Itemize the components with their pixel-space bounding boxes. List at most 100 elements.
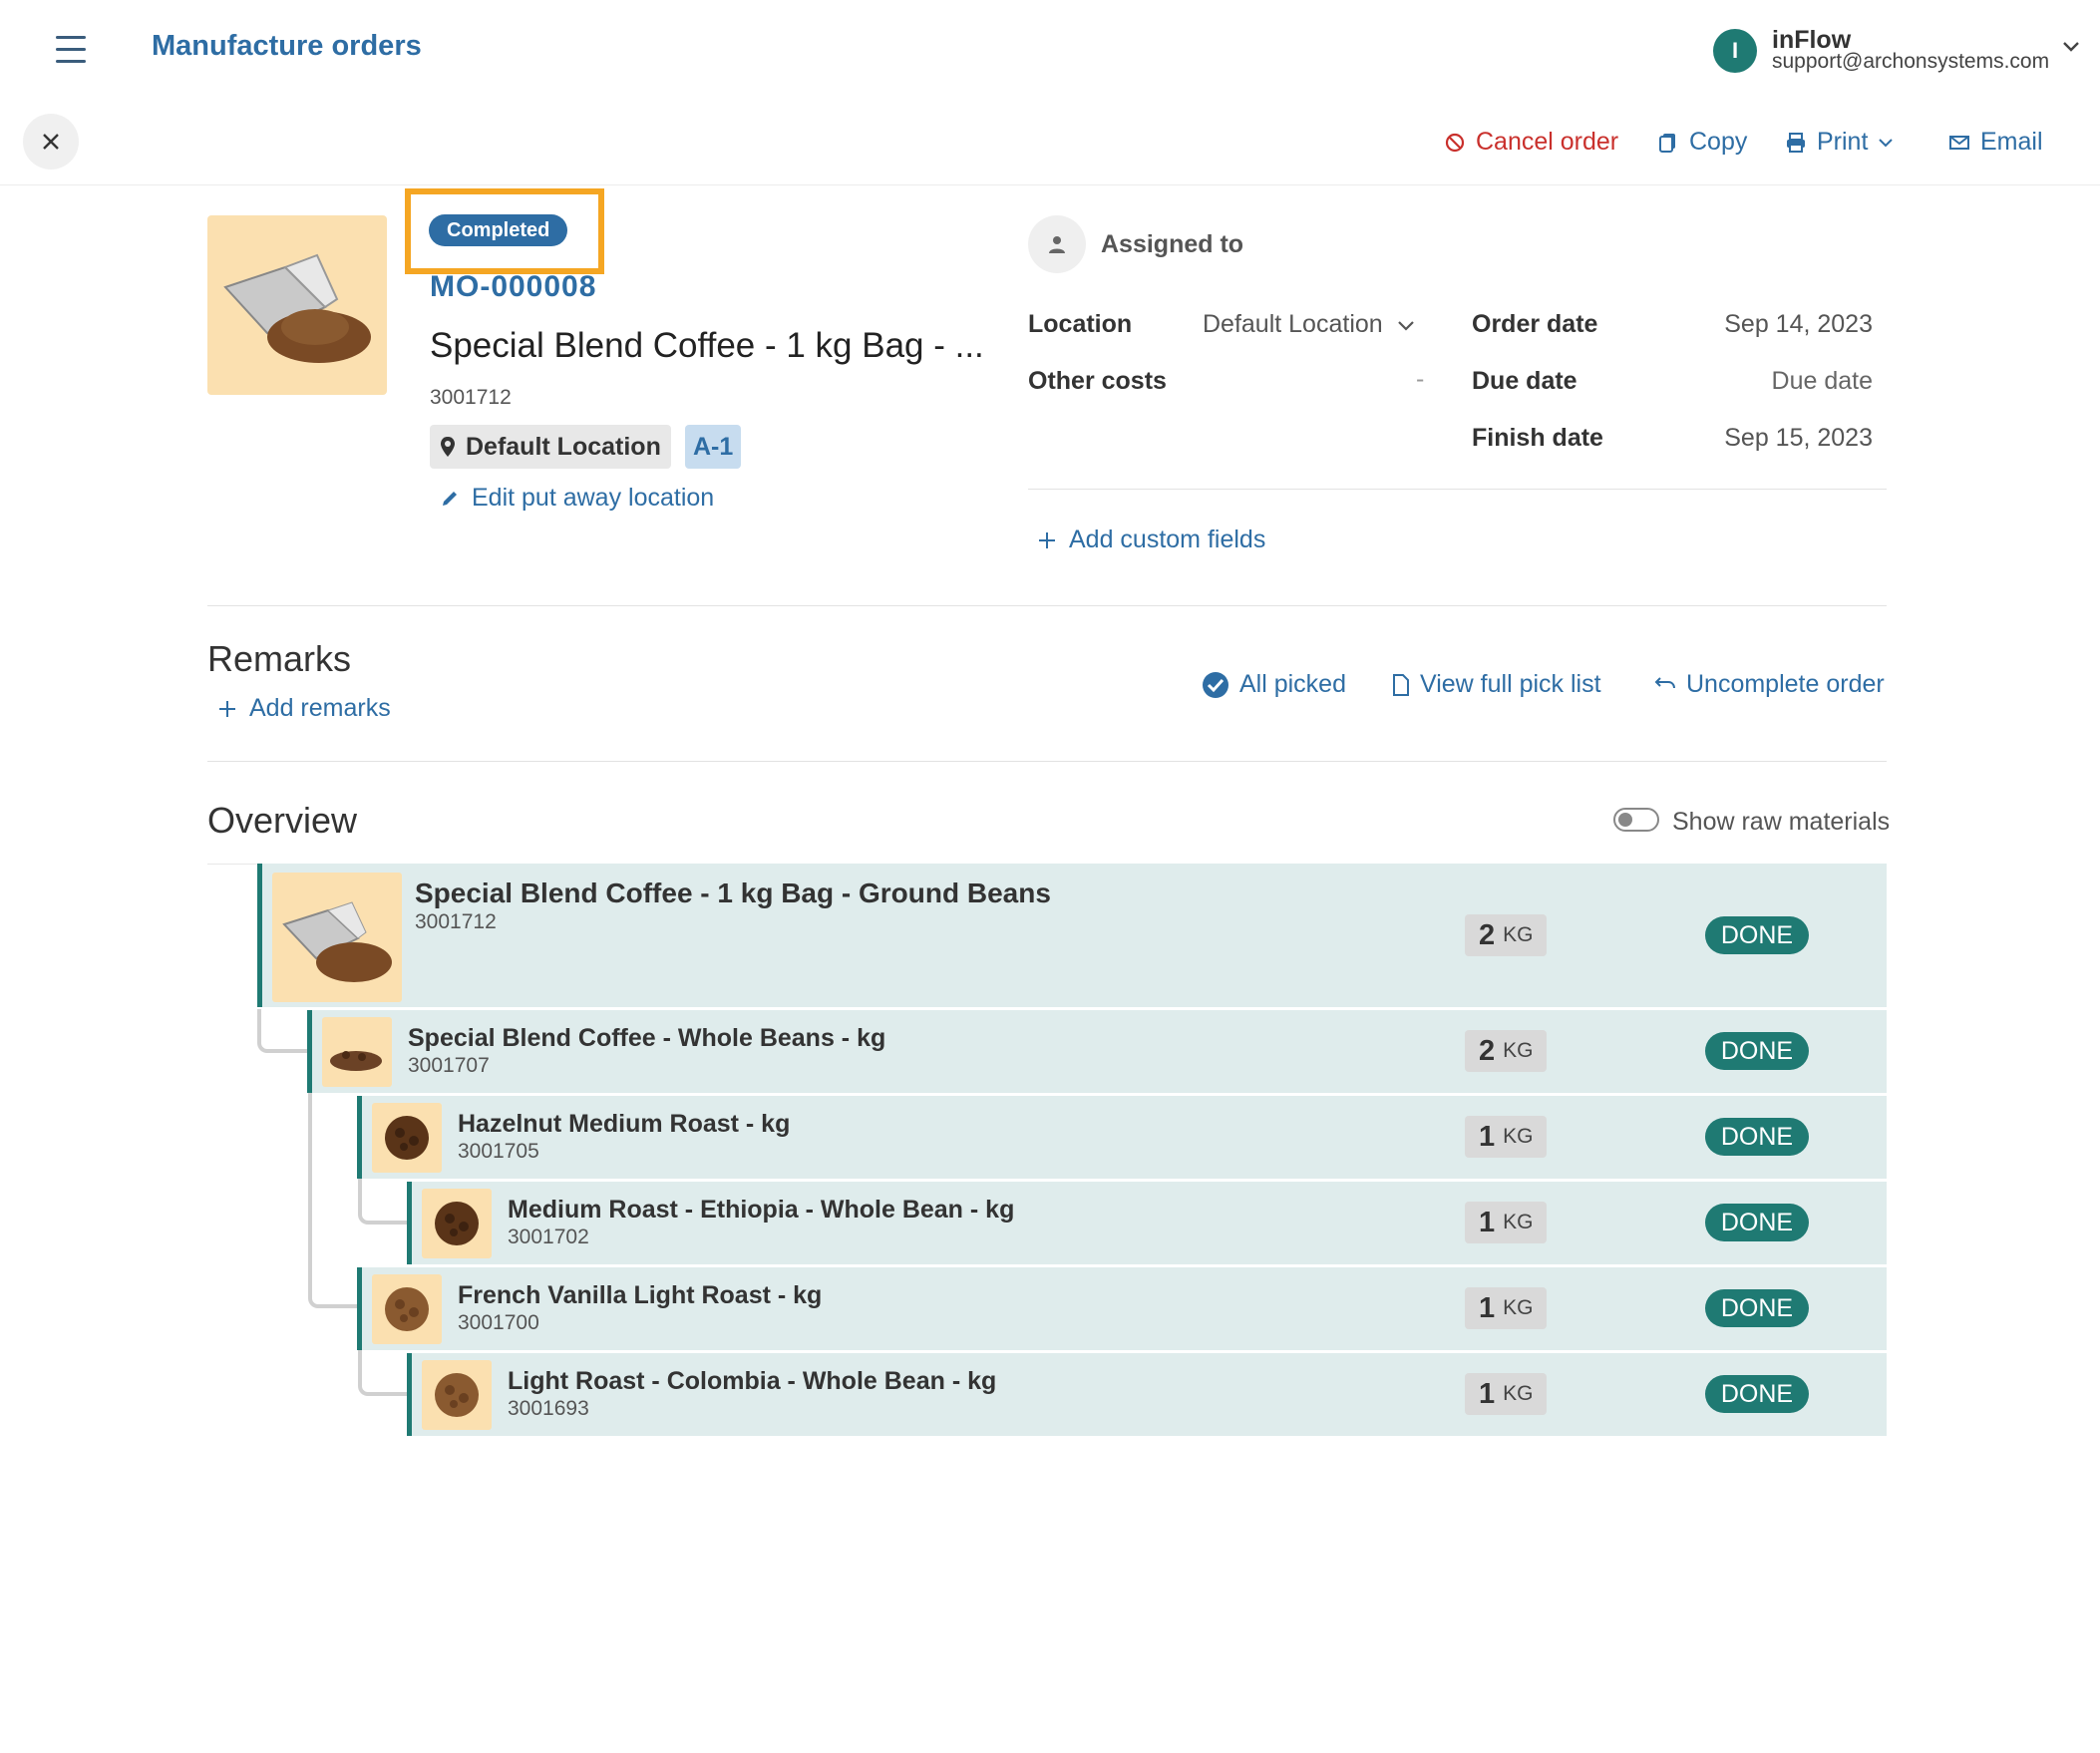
- plus-icon: [219, 700, 235, 717]
- edit-putaway-label: Edit put away location: [472, 484, 715, 512]
- show-raw-materials-toggle[interactable]: [1613, 808, 1659, 832]
- add-remarks-button[interactable]: Add remarks: [217, 694, 391, 723]
- quantity-value: 1: [1479, 1120, 1496, 1153]
- remarks-title: Remarks: [207, 638, 352, 679]
- cancel-order-label: Cancel order: [1476, 128, 1619, 156]
- tree-connector: [308, 1093, 360, 1308]
- quantity-unit: KG: [1503, 1125, 1534, 1148]
- view-pick-list-button[interactable]: View full pick list: [1392, 670, 1601, 699]
- tree-connector: [358, 1177, 410, 1225]
- tree-row[interactable]: Light Roast - Colombia - Whole Bean - kg…: [407, 1353, 1887, 1436]
- map-pin-icon: [441, 437, 455, 457]
- quantity-unit: KG: [1503, 923, 1534, 946]
- tree-row[interactable]: French Vanilla Light Roast - kg 3001700 …: [357, 1267, 1887, 1350]
- tree-row[interactable]: Special Blend Coffee - Whole Beans - kg …: [307, 1010, 1887, 1093]
- cancel-order-button[interactable]: Cancel order: [1444, 128, 1618, 157]
- item-sku: 3001707: [408, 1054, 490, 1077]
- status-badge: DONE: [1705, 1032, 1809, 1070]
- item-image: [272, 873, 402, 1002]
- quantity-value: 2: [1479, 1034, 1496, 1067]
- quantity-unit: KG: [1503, 1039, 1534, 1062]
- location-label: Location: [1028, 310, 1133, 338]
- account-email: support@archonsystems.com: [1772, 50, 2050, 73]
- tree-row[interactable]: Medium Roast - Ethiopia - Whole Bean - k…: [407, 1182, 1887, 1264]
- assign-user-button[interactable]: [1028, 215, 1086, 273]
- chevron-down-icon[interactable]: [2062, 40, 2080, 54]
- product-sku: 3001712: [430, 386, 512, 409]
- menu-icon[interactable]: [56, 36, 92, 66]
- order-date-value[interactable]: Sep 14, 2023: [1724, 310, 1873, 339]
- page-title[interactable]: Manufacture orders: [152, 30, 422, 63]
- quantity-value: 1: [1479, 1206, 1496, 1238]
- item-name[interactable]: Special Blend Coffee - Whole Beans - kg: [408, 1024, 885, 1053]
- chevron-down-icon: [1397, 320, 1414, 331]
- quantity-badge: 1 KG: [1465, 1202, 1548, 1243]
- email-button[interactable]: Email: [1948, 128, 2043, 157]
- finish-date-label: Finish date: [1472, 424, 1603, 452]
- all-picked-button[interactable]: All picked: [1202, 670, 1346, 699]
- print-button[interactable]: Print: [1785, 128, 1894, 157]
- email-icon: [1949, 135, 1969, 150]
- quantity-value: 1: [1479, 1291, 1496, 1324]
- chevron-down-icon: [1879, 138, 1894, 147]
- add-custom-fields-label: Add custom fields: [1069, 526, 1266, 553]
- uncomplete-order-button[interactable]: Uncomplete order: [1654, 670, 1885, 699]
- item-name[interactable]: Medium Roast - Ethiopia - Whole Bean - k…: [508, 1196, 1014, 1225]
- copy-label: Copy: [1689, 128, 1748, 156]
- item-sku: 3001705: [458, 1140, 539, 1163]
- item-image: [372, 1103, 442, 1173]
- item-image: [422, 1360, 492, 1430]
- status-badge: DONE: [1705, 916, 1809, 954]
- item-image: [422, 1189, 492, 1258]
- item-sku: 3001693: [508, 1397, 589, 1420]
- other-costs-value[interactable]: -: [1416, 365, 1424, 394]
- quantity-badge: 2 KG: [1465, 1030, 1548, 1072]
- status-badge: DONE: [1705, 1289, 1809, 1327]
- item-image: [372, 1274, 442, 1344]
- add-custom-fields-button[interactable]: Add custom fields: [1037, 526, 1265, 554]
- show-raw-materials-label[interactable]: Show raw materials: [1672, 808, 1890, 837]
- undo-icon: [1654, 676, 1675, 688]
- print-label: Print: [1817, 128, 1869, 156]
- quantity-badge: 1 KG: [1465, 1116, 1548, 1158]
- user-icon: [1049, 236, 1065, 253]
- quantity-unit: KG: [1503, 1382, 1534, 1405]
- location-select-value: Default Location: [1203, 310, 1383, 338]
- product-image[interactable]: [207, 215, 387, 395]
- assigned-to-label[interactable]: Assigned to: [1101, 230, 1243, 259]
- location-tag: Default Location: [430, 425, 671, 469]
- item-name[interactable]: French Vanilla Light Roast - kg: [458, 1281, 822, 1310]
- tree-row[interactable]: Hazelnut Medium Roast - kg 3001705 1 KG D…: [357, 1096, 1887, 1179]
- finish-date-value[interactable]: Sep 15, 2023: [1724, 424, 1873, 453]
- section-divider: [207, 761, 1887, 762]
- product-name[interactable]: Special Blend Coffee - 1 kg Bag - ...: [430, 326, 984, 366]
- copy-button[interactable]: Copy: [1657, 128, 1747, 157]
- all-picked-label: All picked: [1239, 670, 1346, 698]
- quantity-badge: 2 KG: [1465, 914, 1548, 956]
- edit-putaway-link[interactable]: Edit put away location: [440, 484, 714, 513]
- pencil-icon: [443, 491, 457, 506]
- due-date-field[interactable]: Due date: [1772, 367, 1873, 396]
- quantity-badge: 1 KG: [1465, 1373, 1548, 1415]
- tree-row[interactable]: Special Blend Coffee - 1 kg Bag - Ground…: [257, 864, 1887, 1007]
- location-select[interactable]: Default Location: [1203, 310, 1415, 339]
- status-badge: Completed: [429, 214, 568, 246]
- item-name[interactable]: Light Roast - Colombia - Whole Bean - kg: [508, 1367, 996, 1396]
- item-name[interactable]: Special Blend Coffee - 1 kg Bag - Ground…: [415, 877, 1051, 909]
- print-icon: [1787, 132, 1805, 153]
- close-button[interactable]: [23, 114, 79, 170]
- avatar[interactable]: I: [1713, 29, 1757, 73]
- item-name[interactable]: Hazelnut Medium Roast - kg: [458, 1110, 790, 1139]
- item-sku: 3001702: [508, 1226, 589, 1248]
- other-costs-label: Other costs: [1028, 367, 1167, 395]
- close-icon: [43, 134, 59, 150]
- tree-connector: [257, 1009, 309, 1053]
- quantity-unit: KG: [1503, 1211, 1534, 1233]
- plus-icon: [1039, 531, 1055, 548]
- item-image: [322, 1017, 392, 1087]
- order-date-label: Order date: [1472, 310, 1598, 338]
- check-circle-icon: [1203, 671, 1228, 698]
- quantity-value: 2: [1479, 918, 1496, 951]
- bin-tag: A-1: [685, 425, 742, 469]
- status-badge: DONE: [1705, 1118, 1809, 1156]
